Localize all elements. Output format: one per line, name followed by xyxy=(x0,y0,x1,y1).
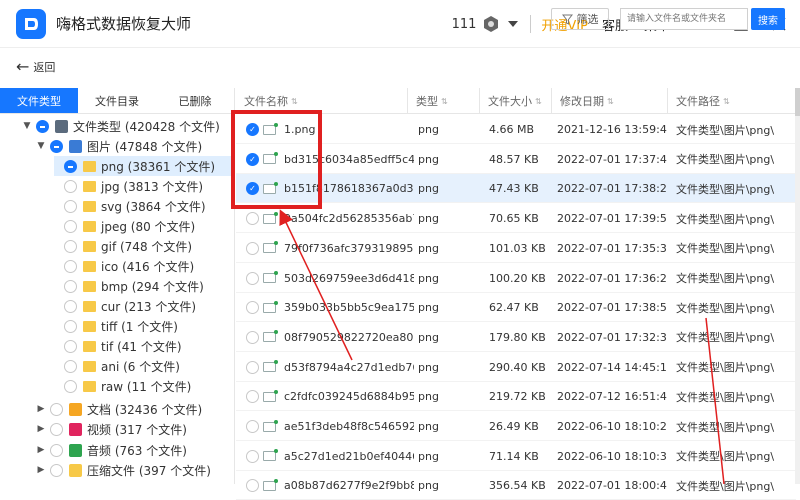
annotation-arrows xyxy=(279,209,725,484)
annotation-arrow-icon xyxy=(279,209,353,361)
annotation-line xyxy=(705,317,725,484)
